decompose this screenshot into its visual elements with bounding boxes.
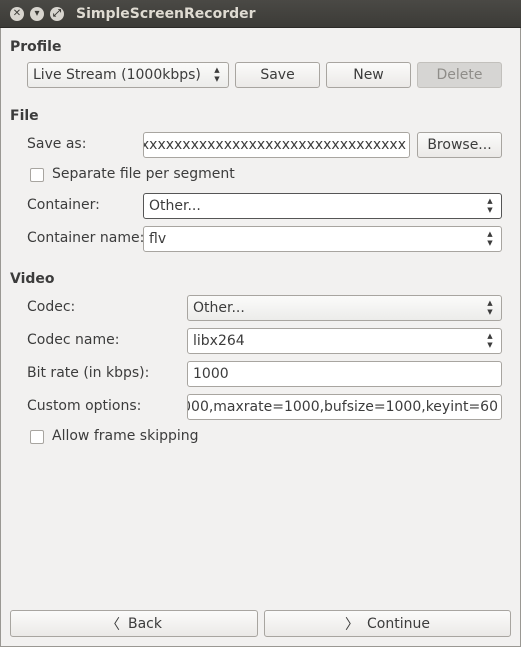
separate-file-checkbox[interactable] <box>30 168 44 182</box>
bitrate-label: Bit rate (in kbps): <box>27 365 150 381</box>
new-profile-button[interactable]: New <box>326 62 411 88</box>
frame-skipping-label: Allow frame skipping <box>52 428 199 444</box>
custom-options-field[interactable]: e=1000,maxrate=1000,bufsize=1000,keyint=… <box>187 394 502 420</box>
save-profile-button[interactable]: Save <box>235 62 320 88</box>
browse-button[interactable]: Browse... <box>417 132 502 158</box>
codec-select[interactable]: Other... ▲ ▼ <box>187 295 502 321</box>
back-button[interactable]: 〈 Back <box>10 610 258 637</box>
save-as-label: Save as: <box>27 136 87 152</box>
video-heading: Video <box>10 271 55 287</box>
profile-select-value: Live Stream (1000kbps) <box>33 67 201 83</box>
container-select-value: Other... <box>149 198 201 214</box>
separate-file-label: Separate file per segment <box>52 166 235 182</box>
frame-skipping-checkbox[interactable] <box>30 430 44 444</box>
container-name-label: Container name: <box>27 230 145 246</box>
container-name-value: flv <box>149 231 167 247</box>
combo-arrows-icon: ▲ ▼ <box>487 299 493 316</box>
save-as-field[interactable]: xxxx_xxxxxxxxxxxxxxxxxxxxxxxxxxxxxxxxxx <box>143 132 410 158</box>
back-label: Back <box>128 615 162 632</box>
container-label: Container: <box>27 197 100 213</box>
continue-label: Continue <box>367 615 430 632</box>
chevron-right-icon: 〉 <box>345 616 360 633</box>
combo-arrows-icon: ▲ ▼ <box>214 66 220 83</box>
combo-arrows-icon: ▲ ▼ <box>487 332 493 349</box>
custom-options-label: Custom options: <box>27 398 142 414</box>
codec-name-label: Codec name: <box>27 332 120 348</box>
close-icon[interactable]: ✕ <box>10 6 24 21</box>
container-select[interactable]: Other... ▲ ▼ <box>143 193 502 219</box>
combo-arrows-icon: ▲ ▼ <box>487 197 493 214</box>
bitrate-value: 1000 <box>193 366 229 382</box>
minimize-icon[interactable]: ▾ <box>30 6 44 21</box>
codec-select-value: Other... <box>193 300 245 316</box>
combo-arrows-icon: ▲ ▼ <box>487 230 493 247</box>
codec-label: Codec: <box>27 299 76 315</box>
container-name-select[interactable]: flv ▲ ▼ <box>143 226 502 252</box>
bitrate-field[interactable]: 1000 <box>187 361 502 387</box>
profile-select[interactable]: Live Stream (1000kbps) ▲ ▼ <box>27 62 229 88</box>
profile-heading: Profile <box>10 39 62 55</box>
chevron-left-icon: 〈 <box>106 616 120 633</box>
title-bar: ✕ ▾ ⤢ SimpleScreenRecorder <box>0 0 521 28</box>
file-heading: File <box>10 108 39 124</box>
delete-profile-button[interactable]: Delete <box>417 62 502 88</box>
save-as-value: xxxx_xxxxxxxxxxxxxxxxxxxxxxxxxxxxxxxxxx <box>144 137 406 153</box>
codec-name-value: libx264 <box>193 333 245 349</box>
codec-name-select[interactable]: libx264 ▲ ▼ <box>187 328 502 354</box>
continue-button[interactable]: 〉 Continue <box>264 610 511 637</box>
window-title: SimpleScreenRecorder <box>76 5 256 22</box>
custom-options-value: e=1000,maxrate=1000,bufsize=1000,keyint=… <box>187 399 498 415</box>
maximize-icon[interactable]: ⤢ <box>50 6 64 21</box>
